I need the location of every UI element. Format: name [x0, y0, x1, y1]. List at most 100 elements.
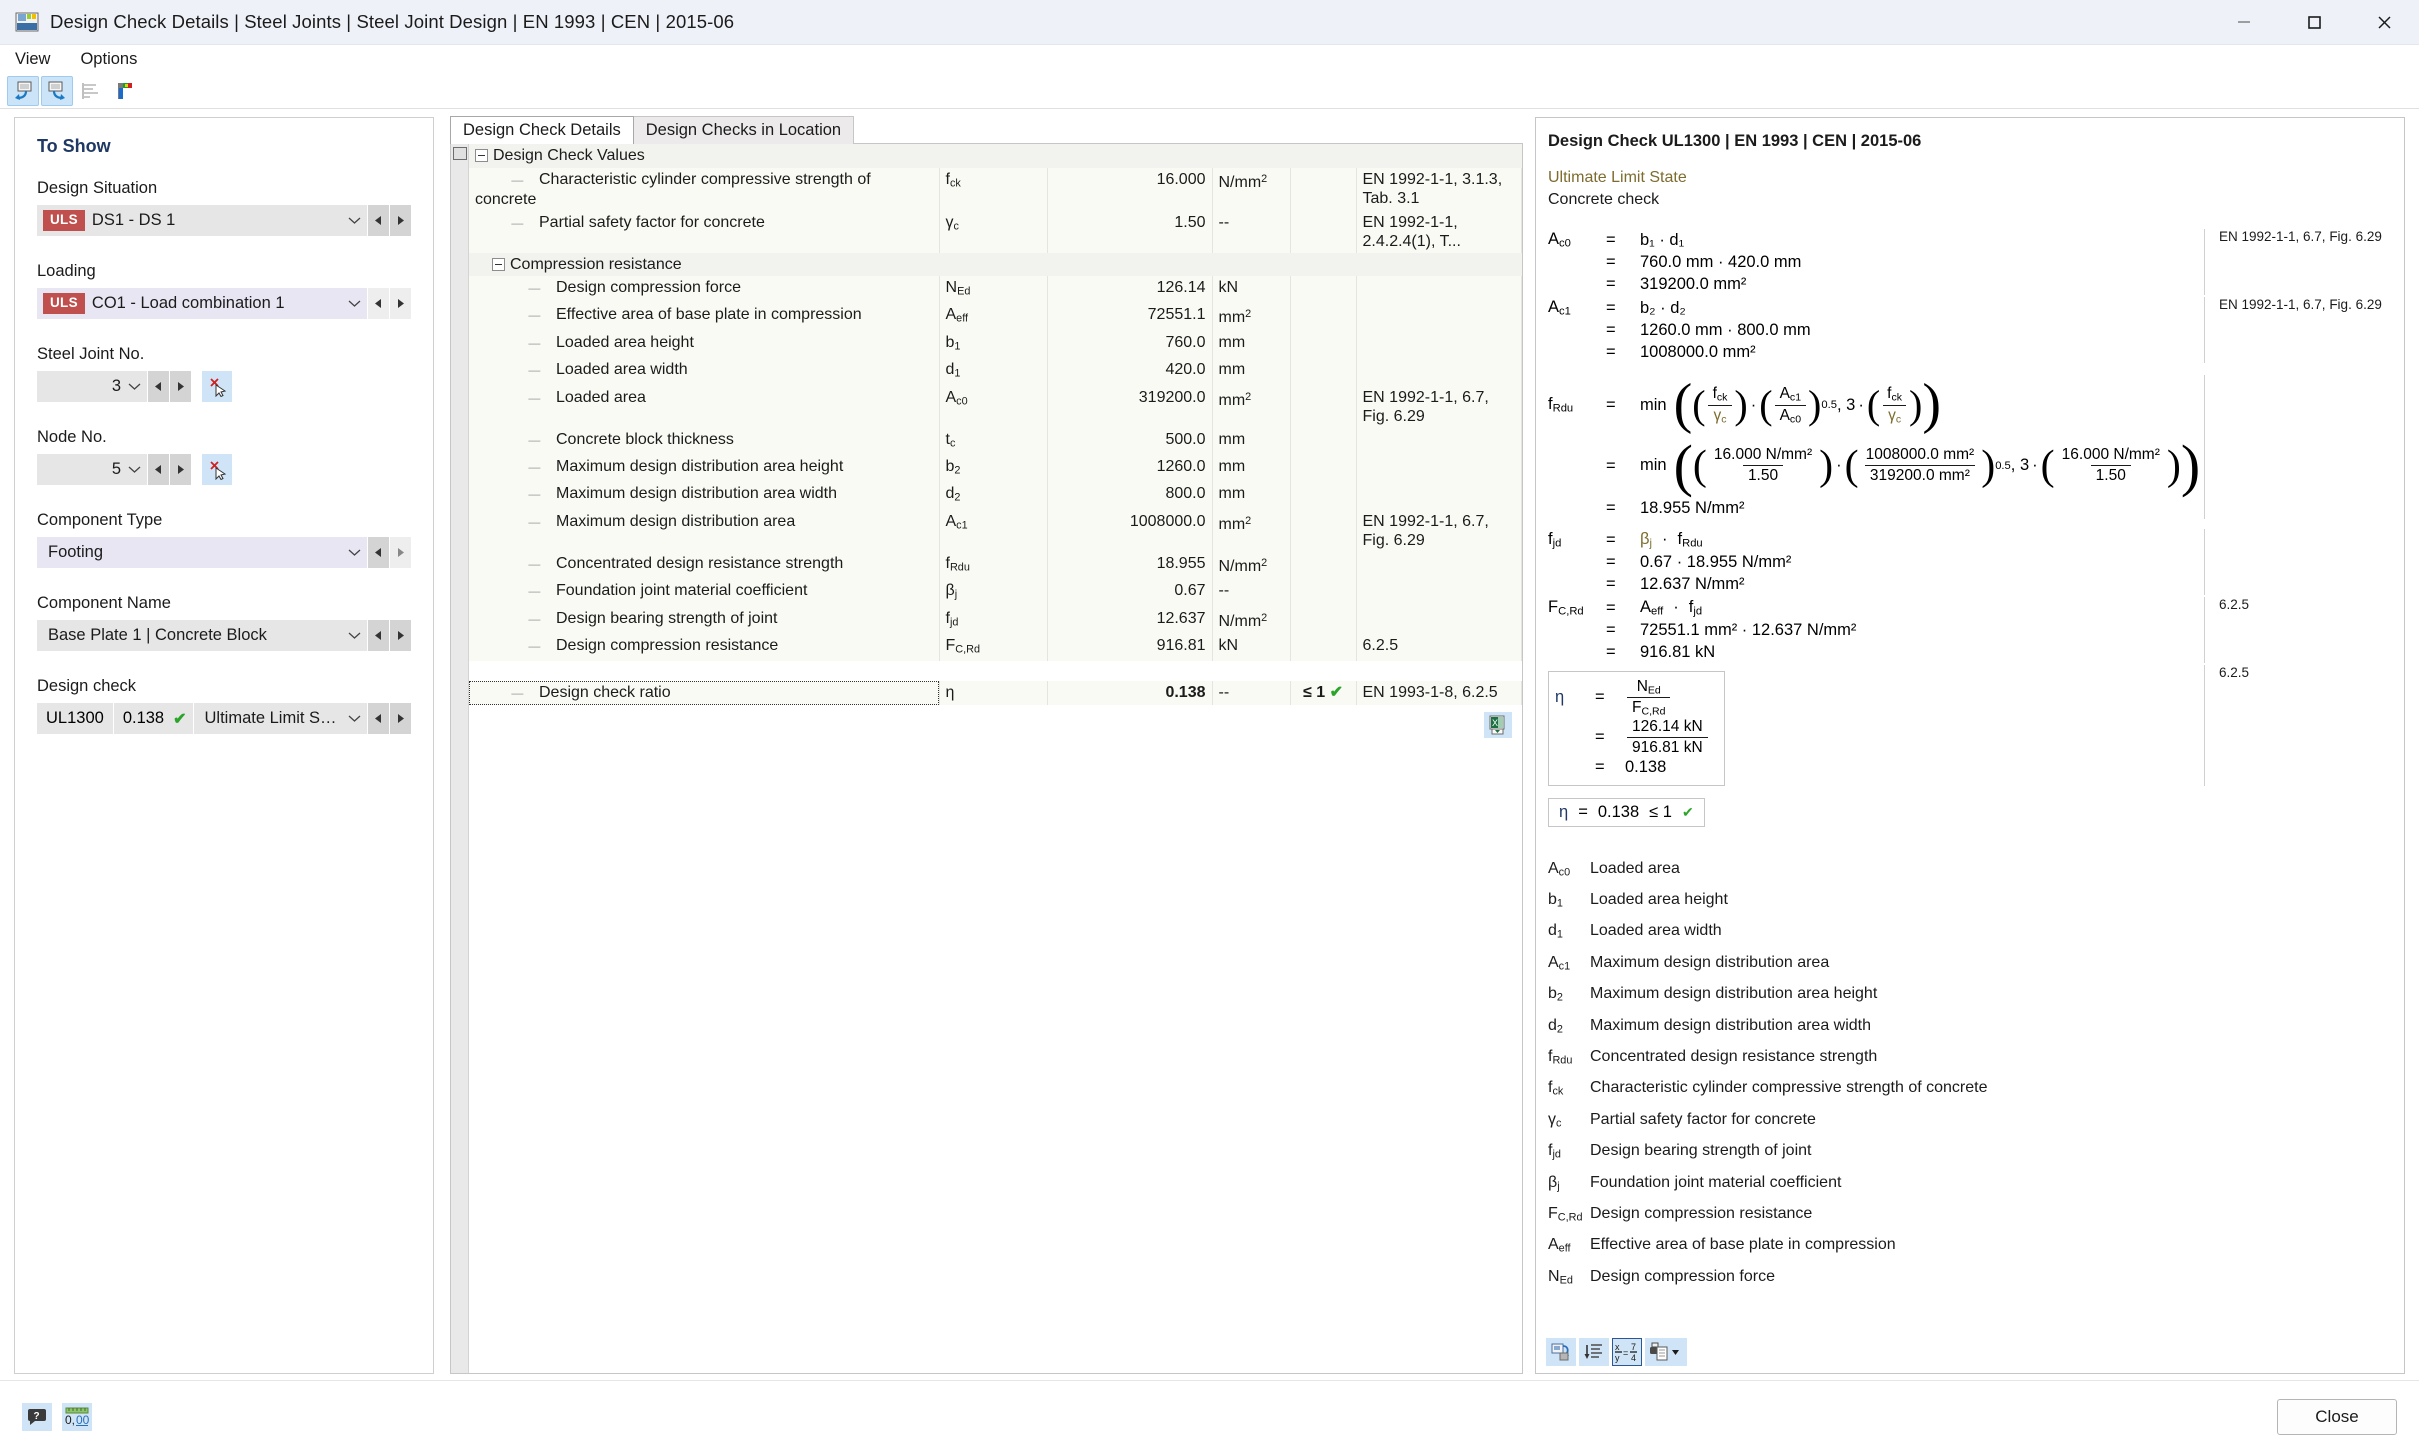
- menu-options[interactable]: Options: [76, 48, 141, 71]
- row-value: 1.50: [1047, 210, 1213, 253]
- chevron-down-icon[interactable]: [341, 216, 367, 225]
- steel-joint-next-button[interactable]: [169, 371, 191, 402]
- nomenclature-symbol: FC,Rd: [1548, 1204, 1583, 1224]
- design-check-prev-button[interactable]: [367, 703, 389, 734]
- minimize-button[interactable]: [2209, 0, 2279, 45]
- row-unit: mm2: [1212, 385, 1291, 428]
- table-row[interactable]: — Concrete block thickness tc 500.0 mm: [469, 427, 1522, 455]
- ratio-value: 0.138: [1047, 681, 1213, 706]
- steel-joint-prev-button[interactable]: [147, 371, 169, 402]
- eta-symbolic-fraction: NEd FC,Rd: [1625, 678, 1710, 718]
- row-value: 420.0: [1047, 358, 1213, 386]
- table-row[interactable]: — Maximum design distribution area Ac1 100…: [469, 509, 1522, 552]
- grid-left-gutter[interactable]: [451, 144, 469, 1373]
- nomenclature-symbol: βj: [1548, 1173, 1560, 1192]
- row-symbol: Ac0: [939, 385, 1048, 428]
- design-situation-combo[interactable]: ULS DS1 - DS 1: [37, 205, 367, 236]
- group-label: Design Check Values: [469, 144, 1522, 168]
- steel-joint-no-combo[interactable]: 3: [37, 371, 147, 402]
- menu-view[interactable]: View: [11, 48, 54, 71]
- chevron-down-icon[interactable]: [341, 631, 367, 640]
- help-balloon-icon[interactable]: ?: [22, 1403, 52, 1431]
- component-type-next-button[interactable]: [389, 537, 411, 568]
- table-group-row[interactable]: Design Check Values: [469, 144, 1522, 168]
- loading-prev-button[interactable]: [367, 288, 389, 319]
- design-check-combo[interactable]: UL1300 0.138 ✔ Ultimate Limit State | C.…: [37, 703, 367, 734]
- row-description: — Effective area of base plate in compre…: [469, 303, 940, 331]
- chevron-down-icon[interactable]: [121, 465, 147, 474]
- row-unit: mm: [1212, 330, 1291, 359]
- component-name-next-button[interactable]: [389, 620, 411, 651]
- node-pick-icon[interactable]: [202, 454, 232, 485]
- reset-view-icon[interactable]: [1546, 1338, 1576, 1366]
- tab-design-check-details[interactable]: Design Check Details: [450, 116, 634, 144]
- loading-next-button[interactable]: [389, 288, 411, 319]
- component-type-combo[interactable]: Footing: [37, 537, 367, 568]
- table-row[interactable]: — Design compression resistance FC,Rd 916.…: [469, 633, 1522, 662]
- equals-sign: =: [1606, 230, 1616, 249]
- design-situation-value: DS1 - DS 1: [91, 211, 176, 229]
- design-check-ratio-row[interactable]: — Design check ratio η 0.138 -- ≤ 1 ✔ EN 1993…: [469, 681, 1522, 706]
- equals-sign: =: [1606, 298, 1616, 317]
- node-prev-button[interactable]: [147, 454, 169, 485]
- maximize-button[interactable]: [2279, 0, 2349, 45]
- title-bar: Design Check Details | Steel Joints | St…: [0, 0, 2419, 45]
- component-type-prev-button[interactable]: [367, 537, 389, 568]
- list-details-icon[interactable]: [1579, 1338, 1609, 1366]
- node-no-combo[interactable]: 5: [37, 454, 147, 485]
- nomenclature-row: NEd Design compression force: [1548, 1263, 2394, 1294]
- component-name-combo[interactable]: Base Plate 1 | Concrete Block: [37, 620, 367, 651]
- design-situation-label: Design Situation: [37, 179, 158, 197]
- nomenclature-row: d2 Maximum design distribution area width: [1548, 1012, 2394, 1043]
- next-detail-icon[interactable]: [41, 75, 73, 106]
- row-comparison: [1290, 210, 1357, 253]
- table-row[interactable]: — Design compression force NEd 126.14 kN: [469, 276, 1522, 304]
- table-row[interactable]: — Effective area of base plate in compre…: [469, 303, 1522, 331]
- table-row[interactable]: — Partial safety factor for concrete γc 1.…: [469, 210, 1522, 253]
- excel-export-icon[interactable]: X: [1484, 712, 1512, 739]
- table-row[interactable]: — Loaded area height b1 760.0 mm: [469, 330, 1522, 359]
- design-situation-prev-button[interactable]: [367, 205, 389, 236]
- table-row[interactable]: — Maximum design distribution area heigh…: [469, 454, 1522, 483]
- close-button[interactable]: Close: [2277, 1399, 2397, 1435]
- table-row[interactable]: — Loaded area Ac0 319200.0 mm2 EN 1992-1-1, …: [469, 385, 1522, 428]
- previous-detail-icon[interactable]: [7, 75, 39, 106]
- steel-joint-pick-icon[interactable]: [202, 371, 232, 402]
- chevron-down-icon[interactable]: [341, 548, 367, 557]
- table-row[interactable]: — Concentrated design resistance strengt…: [469, 551, 1522, 580]
- collapse-icon[interactable]: [475, 149, 488, 162]
- detail-title: Design Check UL1300 | EN 1993 | CEN | 20…: [1548, 132, 1922, 150]
- print-document-icon[interactable]: [1645, 1338, 1687, 1366]
- table-row[interactable]: — Maximum design distribution area width…: [469, 482, 1522, 510]
- component-name-prev-button[interactable]: [367, 620, 389, 651]
- collapse-icon[interactable]: [492, 257, 505, 271]
- node-next-button[interactable]: [169, 454, 191, 485]
- table-row[interactable]: — Loaded area width d1 420.0 mm: [469, 358, 1522, 386]
- formula-frdu-line1: min ( ( fckγc ) · ( Ac1Ac0 )0.5 , 3·: [1640, 376, 2204, 432]
- color-render-icon[interactable]: [109, 76, 141, 106]
- svg-text:?: ?: [34, 1411, 40, 1422]
- nomenclature-row: βj Foundation joint material coefficient: [1548, 1169, 2394, 1200]
- table-row[interactable]: — Foundation joint material coefficient β…: [469, 579, 1522, 607]
- loading-label: Loading: [37, 262, 96, 280]
- equals-sign: =: [1606, 642, 1616, 661]
- scroll-thumb[interactable]: [453, 147, 467, 160]
- design-situation-next-button[interactable]: [389, 205, 411, 236]
- row-symbol: tc: [939, 427, 1048, 455]
- close-window-button[interactable]: [2349, 0, 2419, 45]
- tab-design-checks-in-location[interactable]: Design Checks in Location: [632, 116, 855, 144]
- table-row[interactable]: — Design bearing strength of joint fjd 12.…: [469, 606, 1522, 634]
- loading-combo[interactable]: ULS CO1 - Load combination 1: [37, 288, 367, 319]
- units-decimal-icon[interactable]: 0, 00: [62, 1403, 92, 1431]
- chevron-down-icon[interactable]: [341, 299, 367, 308]
- nomenclature-row: b2 Maximum design distribution area heigh…: [1548, 980, 2394, 1011]
- chevron-down-icon[interactable]: [121, 382, 147, 391]
- result-diagram-icon[interactable]: [75, 76, 107, 106]
- row-symbol: b1: [939, 330, 1048, 359]
- row-symbol: fjd: [939, 606, 1048, 634]
- table-row[interactable]: — Characteristic cylinder compressive st…: [469, 167, 1522, 211]
- chevron-down-icon[interactable]: [341, 714, 367, 723]
- design-check-next-button[interactable]: [389, 703, 411, 734]
- formula-toggle-icon[interactable]: x y = 7 4: [1612, 1338, 1642, 1366]
- table-group-row[interactable]: Compression resistance: [469, 252, 1522, 276]
